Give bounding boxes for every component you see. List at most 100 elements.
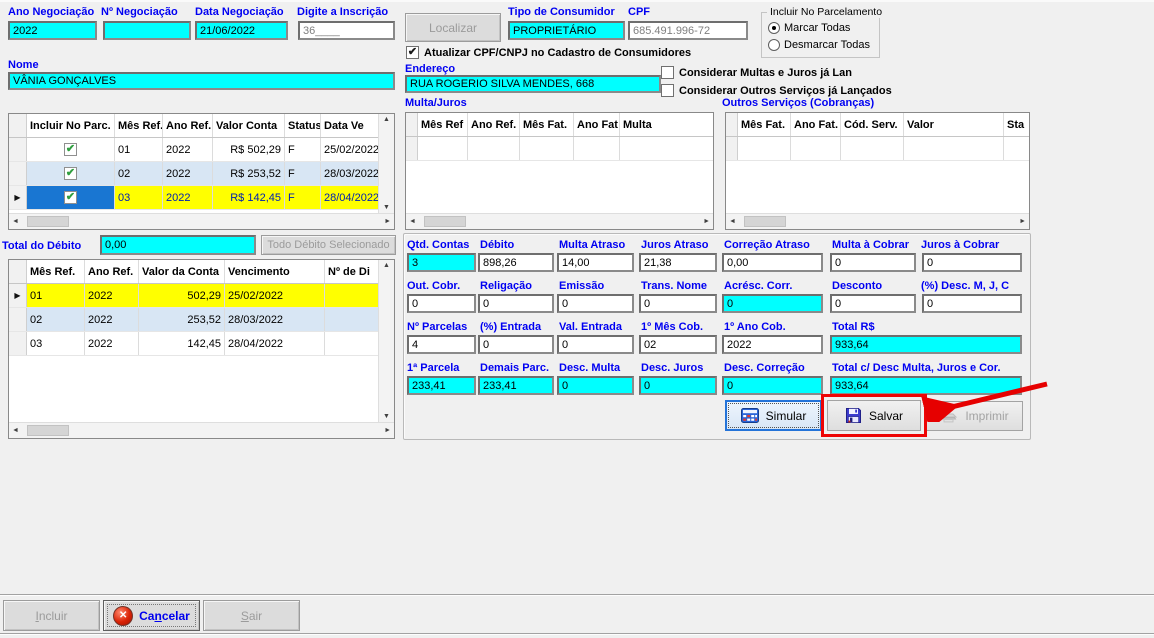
col-header[interactable]: Vencimento bbox=[225, 260, 325, 283]
religacao-input[interactable]: 0 bbox=[478, 294, 554, 313]
desc-correcao-input[interactable]: 0 bbox=[722, 376, 823, 395]
desconto-input[interactable]: 0 bbox=[830, 294, 916, 313]
trans-nome-input[interactable]: 0 bbox=[639, 294, 717, 313]
col-header[interactable]: Ano Ref. bbox=[163, 114, 213, 137]
col-header[interactable]: Mês Fat. bbox=[738, 113, 791, 136]
cpf-input[interactable]: 685.491.996-72 bbox=[628, 21, 748, 40]
scroll-left-icon[interactable]: ◄ bbox=[729, 218, 736, 225]
endereco-input[interactable]: RUA ROGERIO SILVA MENDES, 668 bbox=[405, 75, 661, 93]
scrollbar-thumb[interactable] bbox=[424, 216, 466, 227]
scroll-down-icon[interactable]: ▼ bbox=[383, 204, 390, 211]
incluir-button[interactable]: Incluir bbox=[3, 600, 100, 631]
multa-cobrar-input[interactable]: 0 bbox=[830, 253, 916, 272]
cell[interactable]: 25/02/2022 bbox=[321, 138, 378, 161]
cell[interactable]: 01 bbox=[115, 138, 163, 161]
val-entrada-input[interactable]: 0 bbox=[557, 335, 634, 354]
table-row[interactable]: ✔ 02 2022 R$ 253,52 F 28/03/2022 bbox=[9, 162, 378, 186]
checkbox-checked-icon[interactable]: ✔ bbox=[64, 167, 77, 180]
col-header[interactable]: Valor da Conta bbox=[139, 260, 225, 283]
qtd-contas-input[interactable]: 3 bbox=[407, 253, 476, 272]
cell[interactable]: 2022 bbox=[163, 138, 213, 161]
horizontal-scrollbar[interactable]: ◄ ► bbox=[726, 213, 1029, 229]
cell[interactable]: 03 bbox=[115, 186, 163, 209]
parcela1-input[interactable]: 233,41 bbox=[407, 376, 476, 395]
cell[interactable]: 142,45 bbox=[139, 332, 225, 355]
col-header[interactable]: Valor Conta bbox=[213, 114, 285, 137]
col-header[interactable]: Ano Fat bbox=[574, 113, 620, 136]
sair-button[interactable]: Sair bbox=[203, 600, 300, 631]
incluir-cell[interactable]: ✔ bbox=[27, 162, 115, 185]
col-header[interactable]: Cód. Serv. bbox=[841, 113, 904, 136]
horizontal-scrollbar[interactable]: ◄ ► bbox=[9, 422, 394, 438]
out-cobr-input[interactable]: 0 bbox=[407, 294, 476, 313]
nome-input[interactable]: VÂNIA GONÇALVES bbox=[8, 72, 395, 90]
cell[interactable]: 28/04/2022 bbox=[321, 186, 378, 209]
cancelar-button[interactable]: ✕ Cancelar bbox=[103, 600, 200, 631]
radio-marcar-todas[interactable]: Marcar Todas bbox=[768, 22, 850, 34]
cell[interactable]: 01 bbox=[27, 284, 85, 307]
scroll-right-icon[interactable]: ► bbox=[384, 218, 391, 225]
cell[interactable]: 03 bbox=[27, 332, 85, 355]
cell[interactable]: R$ 253,52 bbox=[213, 162, 285, 185]
cell[interactable]: 25/02/2022 bbox=[225, 284, 325, 307]
demais-parc-input[interactable]: 233,41 bbox=[478, 376, 554, 395]
col-header[interactable]: Status bbox=[285, 114, 321, 137]
col-header[interactable]: Multa bbox=[620, 113, 713, 136]
num-negociacao-input[interactable] bbox=[103, 21, 191, 40]
col-header[interactable]: Ano Ref. bbox=[85, 260, 139, 283]
scroll-up-icon[interactable]: ▲ bbox=[383, 116, 390, 123]
table-row[interactable]: ✔ 01 2022 R$ 502,29 F 25/02/2022 bbox=[9, 138, 378, 162]
cell[interactable]: 02 bbox=[115, 162, 163, 185]
cell[interactable]: R$ 502,29 bbox=[213, 138, 285, 161]
ano-negociacao-input[interactable]: 2022 bbox=[8, 21, 97, 40]
col-header[interactable]: Mês Fat. bbox=[520, 113, 574, 136]
cell[interactable]: 2022 bbox=[85, 332, 139, 355]
scroll-left-icon[interactable]: ◄ bbox=[409, 218, 416, 225]
cell[interactable]: 2022 bbox=[85, 284, 139, 307]
col-header[interactable]: Incluir No Parc. bbox=[27, 114, 115, 137]
col-header[interactable]: Ano Fat. bbox=[791, 113, 841, 136]
col-header[interactable]: Mês Ref. bbox=[27, 260, 85, 283]
table-row[interactable]: 02 2022 253,52 28/03/2022 bbox=[9, 308, 378, 332]
col-header[interactable]: Mês Ref bbox=[418, 113, 468, 136]
scroll-right-icon[interactable]: ► bbox=[1019, 218, 1026, 225]
juros-cobrar-input[interactable]: 0 bbox=[922, 253, 1022, 272]
scrollbar-thumb[interactable] bbox=[27, 216, 69, 227]
localizar-button[interactable]: Localizar bbox=[405, 13, 501, 42]
cell[interactable]: 253,52 bbox=[139, 308, 225, 331]
table-row-selected[interactable]: ▶ 01 2022 502,29 25/02/2022 bbox=[9, 284, 378, 308]
tipo-consumidor-input[interactable]: PROPRIETÁRIO bbox=[508, 21, 625, 40]
checkbox-checked-icon[interactable]: ✔ bbox=[64, 143, 77, 156]
scrollbar-thumb[interactable] bbox=[744, 216, 786, 227]
scroll-up-icon[interactable]: ▲ bbox=[383, 262, 390, 269]
incluir-cell[interactable]: ✔ bbox=[27, 186, 115, 209]
scroll-left-icon[interactable]: ◄ bbox=[12, 427, 19, 434]
col-header[interactable]: Nº de Di bbox=[325, 260, 378, 283]
cell[interactable] bbox=[325, 284, 378, 307]
cell[interactable]: 502,29 bbox=[139, 284, 225, 307]
scrollbar-thumb[interactable] bbox=[27, 425, 69, 436]
perc-desc-input[interactable]: 0 bbox=[922, 294, 1022, 313]
acresc-corr-input[interactable]: 0 bbox=[722, 294, 823, 313]
inscricao-input[interactable]: 36____ bbox=[298, 21, 395, 40]
ano-cob-input[interactable]: 2022 bbox=[722, 335, 823, 354]
incluir-cell[interactable]: ✔ bbox=[27, 138, 115, 161]
total-debito-input[interactable]: 0,00 bbox=[100, 235, 256, 255]
cell[interactable]: 2022 bbox=[163, 186, 213, 209]
col-header[interactable]: Valor bbox=[904, 113, 1004, 136]
cell[interactable]: 28/03/2022 bbox=[225, 308, 325, 331]
vertical-scrollbar[interactable]: ▲ ▼ bbox=[378, 260, 394, 422]
cell[interactable]: 28/03/2022 bbox=[321, 162, 378, 185]
table-row[interactable]: 03 2022 142,45 28/04/2022 bbox=[9, 332, 378, 356]
considerar-outros-checkbox[interactable] bbox=[661, 84, 674, 97]
data-negociacao-input[interactable]: 21/06/2022 bbox=[195, 21, 288, 40]
horizontal-scrollbar[interactable]: ◄ ► bbox=[406, 213, 713, 229]
total-rs-input[interactable]: 933,64 bbox=[830, 335, 1022, 354]
multa-atraso-input[interactable]: 14,00 bbox=[557, 253, 634, 272]
col-header[interactable]: Data Ve bbox=[321, 114, 378, 137]
todo-debito-button[interactable]: Todo Débito Selecionado bbox=[261, 235, 396, 255]
table-row-selected[interactable]: ▶ ✔ 03 2022 R$ 142,45 F 28/04/2022 bbox=[9, 186, 378, 210]
checkbox-checked-icon[interactable]: ✔ bbox=[64, 191, 77, 204]
num-parcelas-input[interactable]: 4 bbox=[407, 335, 476, 354]
emissao-input[interactable]: 0 bbox=[557, 294, 634, 313]
